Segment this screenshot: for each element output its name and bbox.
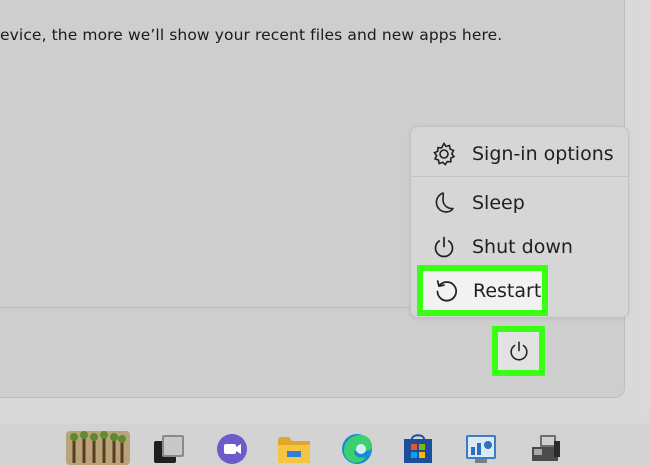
menu-item-label: Shut down [472,236,573,258]
menu-item-restart[interactable]: Restart [417,265,548,316]
menu-item-sign-in-options[interactable]: Sign-in options [411,133,628,175]
menu-item-shut-down[interactable]: Shut down [411,226,628,268]
edge-icon[interactable] [338,429,376,465]
store-icon[interactable] [399,429,437,465]
restart-content: Restart [423,271,542,310]
gear-icon [433,141,456,166]
menu-item-sleep[interactable]: Sleep [411,182,628,224]
devices-icon[interactable] [528,429,566,465]
chat-icon[interactable] [213,429,251,465]
start-icon[interactable] [64,429,132,465]
power-button[interactable] [492,326,545,376]
taskbar [0,424,650,465]
menu-item-label: Restart [473,279,542,302]
menu-item-label: Sleep [472,192,525,214]
moon-icon [435,192,454,213]
menu-divider [411,176,628,177]
control-panel-icon[interactable] [462,429,500,465]
restart-icon [436,280,457,302]
menu-item-label: Sign-in options [472,143,614,165]
task-view-icon[interactable] [150,429,188,465]
power-icon [434,236,454,258]
desktop-edge [640,0,650,410]
file-explorer-icon[interactable] [275,429,313,465]
recommended-empty-message: evice, the more we’ll show your recent f… [0,26,503,44]
power-icon [509,341,528,361]
